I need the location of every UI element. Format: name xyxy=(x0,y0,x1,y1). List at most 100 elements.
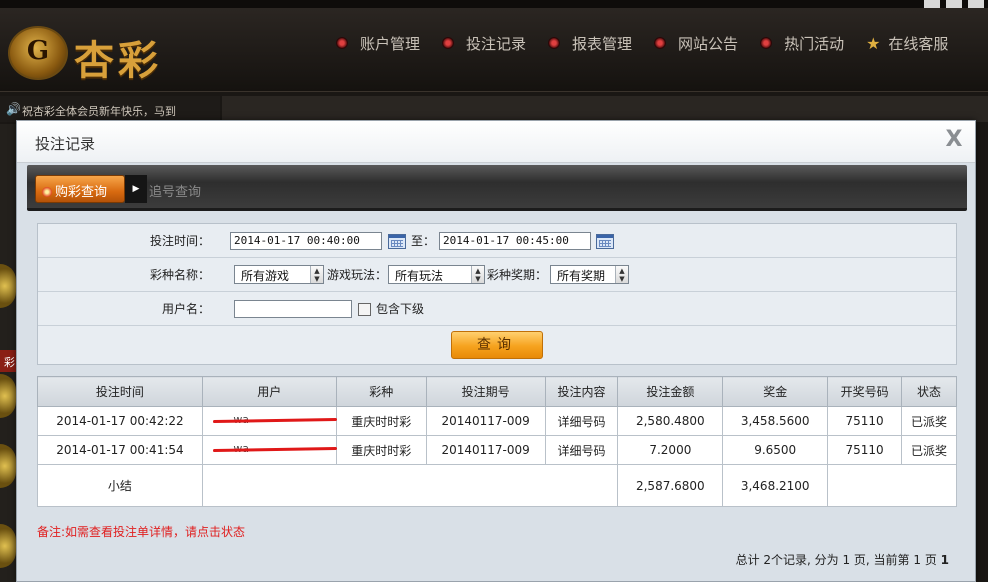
username-input[interactable] xyxy=(234,300,352,318)
lottery-ball-icon[interactable] xyxy=(0,374,16,418)
nav-promotions[interactable]: 热门活动 xyxy=(760,30,844,56)
browser-top-strip xyxy=(0,0,988,8)
period-cell: 20140117-009 xyxy=(425,406,546,436)
bullet-icon xyxy=(760,37,773,49)
period-select[interactable]: 所有奖期 ▲ ▼ xyxy=(550,265,629,284)
table-header-row: 投注时间 用户 彩种 投注期号 投注内容 投注金额 奖金 开奖号码 状态 xyxy=(37,376,957,407)
notice-marquee: 🔊 祝杏彩全体会员新年快乐，马到 xyxy=(0,96,220,122)
close-window-icon[interactable] xyxy=(968,0,984,8)
period-cell: 20140117-009 xyxy=(425,435,546,465)
prize-cell: 3,458.5600 xyxy=(722,406,829,436)
side-lottery-strip: 彩 xyxy=(0,124,16,582)
lottery-ball-icon[interactable] xyxy=(0,444,16,488)
window-controls xyxy=(918,0,984,8)
bullet-icon xyxy=(548,37,561,49)
spinner-arrows-icon: ▲ ▼ xyxy=(310,266,323,283)
nav-label: 账户管理 xyxy=(360,34,421,53)
nav-bet-records[interactable]: 投注记录 xyxy=(442,30,526,56)
lottery-icon xyxy=(42,187,52,197)
nav-reports[interactable]: 报表管理 xyxy=(548,30,632,56)
dialog-header: 投注记录 X xyxy=(17,121,975,163)
bet-time-label: 投注时间： xyxy=(149,234,210,248)
search-button[interactable]: 查询 xyxy=(451,331,543,359)
chevron-right-icon: ▶ xyxy=(125,175,147,203)
nav-account[interactable]: 账户管理 xyxy=(336,30,420,56)
subtotal-row: 小结 2,587.6800 3,468.2100 xyxy=(37,464,957,507)
minimize-icon[interactable] xyxy=(946,0,962,8)
amount-cell: 7.2000 xyxy=(617,435,724,465)
draw-number-cell: 75110 xyxy=(827,435,902,465)
site-logo[interactable]: G 杏彩 xyxy=(8,22,188,84)
nav-label: 热门活动 xyxy=(784,34,845,53)
redacted-username: wa xyxy=(209,442,329,456)
lottery-ball-icon[interactable] xyxy=(0,264,16,308)
username-label: 用户名： xyxy=(161,302,210,316)
col-header: 投注时间 xyxy=(37,376,203,407)
nav-support[interactable]: ★ 在线客服 xyxy=(866,30,948,56)
bullet-icon xyxy=(336,37,348,49)
subtotal-empty xyxy=(201,464,619,507)
refresh-icon[interactable] xyxy=(924,0,940,8)
status-link[interactable]: 已派奖 xyxy=(901,435,957,465)
end-time-input[interactable]: 2014-01-17 00:45:00 xyxy=(439,232,591,250)
calendar-icon[interactable] xyxy=(388,234,406,249)
select-value: 所有玩法 xyxy=(395,269,444,283)
subtotal-label: 小结 xyxy=(37,464,203,507)
calendar-icon[interactable] xyxy=(596,234,614,249)
amount-cell: 2,580.4800 xyxy=(617,406,724,436)
content-link[interactable]: 详细号码 xyxy=(544,406,619,436)
bet-records-table: 投注时间 用户 彩种 投注期号 投注内容 投注金额 奖金 开奖号码 状态 201… xyxy=(37,376,957,507)
include-sub-checkbox[interactable] xyxy=(358,303,371,316)
lottery-cell: 重庆时时彩 xyxy=(335,406,427,436)
star-icon: ★ xyxy=(866,33,881,53)
select-value: 所有游戏 xyxy=(241,269,290,283)
username-row: 用户名： 包含下级 xyxy=(38,292,956,326)
col-header: 奖金 xyxy=(722,376,829,407)
play-method-select[interactable]: 所有玩法 ▲ ▼ xyxy=(388,265,485,284)
subtotal-empty xyxy=(827,464,957,507)
bet-time-cell: 2014-01-17 00:41:54 xyxy=(37,435,203,465)
bet-time-cell: 2014-01-17 00:42:22 xyxy=(37,406,203,436)
start-time-input[interactable]: 2014-01-17 00:40:00 xyxy=(230,232,382,250)
close-icon[interactable]: X xyxy=(939,125,969,155)
bet-time-row: 投注时间： 2014-01-17 00:40:00 至： 2014-01-17 … xyxy=(38,224,956,258)
col-header: 状态 xyxy=(901,376,957,407)
subtotal-amount: 2,587.6800 xyxy=(617,464,724,507)
lottery-ball-icon[interactable] xyxy=(0,524,16,568)
play-method-label: 游戏玩法： xyxy=(327,268,388,282)
speaker-icon: 🔊 xyxy=(6,102,21,116)
select-value: 所有奖期 xyxy=(557,269,606,283)
draw-number-cell: 75110 xyxy=(827,406,902,436)
spinner-arrows-icon: ▲ ▼ xyxy=(471,266,484,283)
search-form: 投注时间： 2014-01-17 00:40:00 至： 2014-01-17 … xyxy=(37,223,957,365)
dialog-title: 投注记录 xyxy=(35,135,96,153)
logo-mark: G xyxy=(26,36,50,66)
tab-label: 购彩查询 xyxy=(55,185,108,200)
tab-chase-query[interactable]: 追号查询 xyxy=(149,181,201,200)
table-row: 2014-01-17 00:42:22 wa 重庆时时彩 20140117-00… xyxy=(37,406,957,436)
main-nav: 账户管理 投注记录 报表管理 网站公告 热门活动 ★ 在线客服 xyxy=(336,30,970,56)
table-row: 2014-01-17 00:41:54 wa 重庆时时彩 20140117-00… xyxy=(37,435,957,465)
tab-bar: 购彩查询 ▶ 追号查询 xyxy=(27,165,967,211)
col-header: 投注内容 xyxy=(544,376,619,407)
background-panel xyxy=(222,96,988,122)
nav-label: 投注记录 xyxy=(466,34,527,53)
col-header: 开奖号码 xyxy=(827,376,902,407)
tab-purchase-query[interactable]: 购彩查询 xyxy=(35,175,125,203)
remark-note: 备注:如需查看投注单详情，请点击状态 xyxy=(37,525,246,539)
lottery-row: 彩种名称： 所有游戏 ▲ ▼ 游戏玩法： 所有玩法 ▲ ▼ 彩种奖期： 所有奖期 ▲… xyxy=(38,258,956,292)
bullet-icon xyxy=(442,37,455,49)
username-text: wa xyxy=(233,441,250,455)
subtotal-prize: 3,468.2100 xyxy=(722,464,829,507)
current-page-link[interactable]: 1 xyxy=(941,553,949,567)
content-link[interactable]: 详细号码 xyxy=(544,435,619,465)
user-cell: wa xyxy=(201,406,337,436)
logo-text: 杏彩 xyxy=(74,37,162,84)
status-link[interactable]: 已派奖 xyxy=(901,406,957,436)
col-header: 用户 xyxy=(201,376,337,407)
notice-text: 祝杏彩全体会员新年快乐，马到 xyxy=(22,105,176,118)
nav-announcements[interactable]: 网站公告 xyxy=(654,30,738,56)
pagination-info: 总计 2个记录, 分为 1 页, 当前第 1 页 1 xyxy=(736,551,949,568)
bullet-icon xyxy=(654,37,667,49)
lottery-select[interactable]: 所有游戏 ▲ ▼ xyxy=(234,265,324,284)
